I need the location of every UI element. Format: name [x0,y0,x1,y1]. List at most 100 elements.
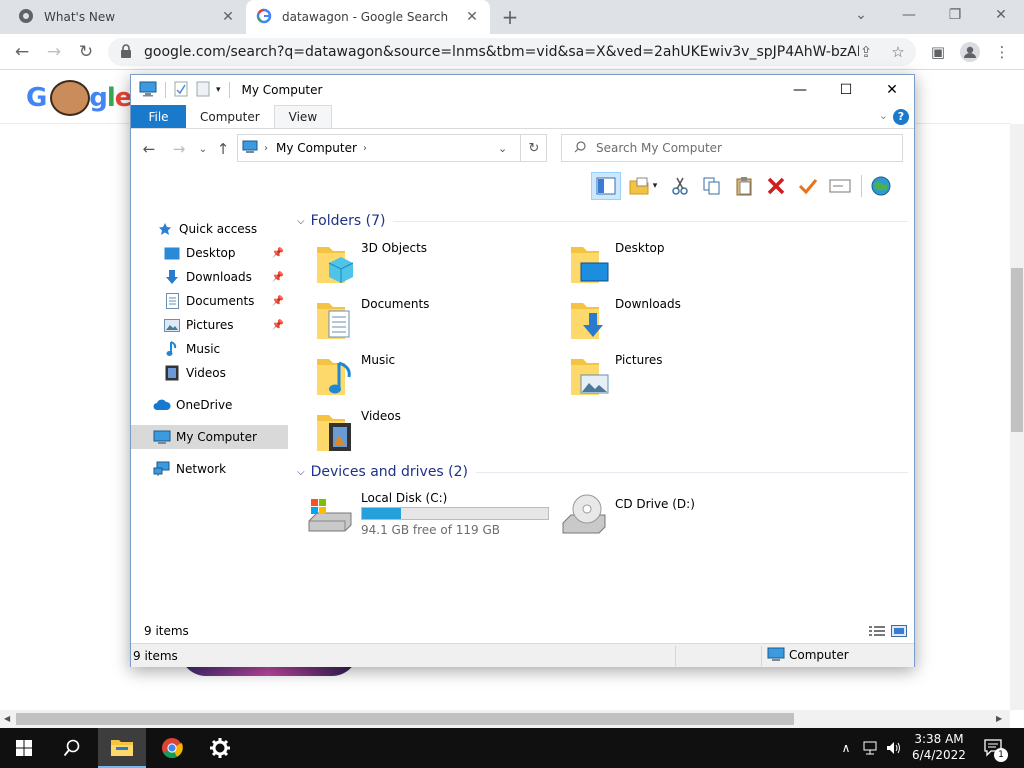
qat-dropdown-icon[interactable]: ▾ [216,85,221,95]
nav-network[interactable]: Network [131,457,288,481]
address-dropdown-icon[interactable]: ⌄ [498,142,507,155]
back-button[interactable]: ← [10,40,34,64]
restore-button[interactable]: ❐ [932,0,978,30]
explorer-title-bar[interactable]: ▾ My Computer — ☐ ✕ [131,75,914,105]
pin-icon[interactable]: 📌 [272,296,284,307]
share-icon[interactable]: ⇪ [854,40,878,64]
forward-button[interactable]: → [42,40,66,64]
nav-quick-access[interactable]: Quick access [131,217,288,241]
drive-item-cd-drive[interactable]: CD Drive (D:) [547,489,747,543]
paste-icon[interactable] [729,172,759,200]
nav-downloads[interactable]: Downloads 📌 [131,265,288,289]
new-folder-icon[interactable] [196,81,210,100]
tab-whats-new[interactable]: What's New ✕ [8,0,246,34]
tab-file[interactable]: File [131,105,186,128]
breadcrumb-my-computer[interactable]: My Computer [276,141,357,155]
search-box[interactable] [561,134,903,162]
hard-drive-icon [308,499,352,532]
side-panel-icon[interactable]: ▣ [926,40,950,64]
close-tab-icon[interactable]: ✕ [220,9,236,25]
new-folder-menu-button[interactable]: ▾ [623,172,663,200]
folder-item-music[interactable]: Music [295,351,535,401]
show-hidden-icons-chevron-icon[interactable]: ∧ [836,728,856,768]
chrome-icon [162,738,183,759]
scroll-right-arrow-icon[interactable]: ▶ [996,714,1002,723]
navigation-pane: Quick access Desktop 📌 Downloads 📌 Docum… [131,209,288,609]
action-center-button[interactable]: 1 [980,728,1008,768]
3d-objects-folder-icon [317,247,354,283]
nav-onedrive[interactable]: OneDrive [131,393,288,417]
search-input[interactable] [596,141,886,155]
new-tab-button[interactable]: + [500,7,520,27]
tab-google-search[interactable]: datawagon - Google Search ✕ [246,0,490,34]
folder-item-downloads[interactable]: Downloads [549,295,789,345]
rename-icon[interactable] [825,172,855,200]
start-button[interactable] [0,728,48,768]
breadcrumb-separator-icon: › [264,142,268,154]
folders-group-header[interactable]: ⌵ Folders (7) [293,211,908,231]
folder-item-documents[interactable]: Documents [295,295,535,345]
forward-arrow-icon[interactable]: → [169,139,189,159]
help-icon[interactable]: ? [893,109,909,125]
expand-ribbon-icon[interactable]: ⌄ [879,109,888,122]
omnibox[interactable]: google.com/search?q=datawagon&source=lnm… [108,38,916,66]
explorer-maximize-button[interactable]: ☐ [823,75,869,105]
explorer-minimize-button[interactable]: — [777,75,823,105]
folder-item-videos[interactable]: Videos [295,407,535,457]
nav-my-computer[interactable]: My Computer [131,425,288,449]
search-button[interactable] [48,728,96,768]
address-bar[interactable]: › My Computer › ⌄ [237,134,547,162]
collapse-chevron-icon[interactable]: ⌵ [297,216,305,227]
close-tab-icon[interactable]: ✕ [464,9,480,25]
nav-documents[interactable]: Documents 📌 [131,289,288,313]
copy-icon[interactable] [697,172,727,200]
pin-icon[interactable]: 📌 [272,320,284,331]
google-g-icon [256,8,272,27]
explorer-close-button[interactable]: ✕ [869,75,915,105]
system-clock[interactable]: 3:38 AM 6/4/2022 [900,731,978,763]
folder-item-pictures[interactable]: Pictures [549,351,789,401]
reload-button[interactable]: ↻ [74,40,98,64]
scroll-left-arrow-icon[interactable]: ◀ [4,714,10,723]
collapse-chevron-icon[interactable]: ⌵ [297,467,305,478]
close-window-button[interactable]: ✕ [978,0,1024,30]
cut-icon[interactable] [665,172,695,200]
menu-kebab-icon[interactable]: ⋮ [990,40,1014,64]
properties-icon[interactable] [174,81,188,100]
nav-label: Desktop [186,246,236,260]
globe-network-icon[interactable] [866,172,896,200]
folder-item-3d-objects[interactable]: 3D Objects [295,239,535,289]
refresh-button[interactable]: ↻ [520,134,547,162]
page-vertical-scroll-thumb[interactable] [1011,268,1023,432]
profile-avatar-icon[interactable] [958,40,982,64]
up-arrow-icon[interactable]: ↑ [213,139,233,159]
network-status-icon[interactable] [860,728,882,768]
taskbar-settings[interactable] [196,728,244,768]
tab-view[interactable]: View [273,105,333,128]
back-arrow-icon[interactable]: ← [139,139,159,159]
tab-computer[interactable]: Computer [186,105,274,128]
details-view-icon[interactable] [869,625,885,637]
checkmark-icon[interactable] [793,172,823,200]
preview-pane-button[interactable] [591,172,621,200]
pin-icon[interactable]: 📌 [272,272,284,283]
drive-item-local-disk[interactable]: Local Disk (C:) 94.1 GB free of 119 GB [293,489,553,543]
tab-search-icon[interactable]: ⌄ [838,0,884,30]
breadcrumb-chevron-icon[interactable]: › [363,143,367,154]
devices-group-header[interactable]: ⌵ Devices and drives (2) [293,462,908,482]
drive-free-space: 94.1 GB free of 119 GB [361,523,500,537]
taskbar-chrome[interactable] [148,728,196,768]
bookmark-star-icon[interactable]: ☆ [886,40,910,64]
nav-videos[interactable]: Videos [131,361,288,385]
nav-desktop[interactable]: Desktop 📌 [131,241,288,265]
recent-locations-icon[interactable]: ⌄ [193,139,213,159]
folder-item-desktop[interactable]: Desktop [549,239,789,289]
pin-icon[interactable]: 📌 [272,248,284,259]
minimize-button[interactable]: — [886,0,932,30]
nav-music[interactable]: Music [131,337,288,361]
large-icons-view-icon[interactable] [891,625,907,637]
nav-pictures[interactable]: Pictures 📌 [131,313,288,337]
page-horizontal-scroll-thumb[interactable] [16,713,794,725]
taskbar-file-explorer[interactable] [98,728,146,768]
delete-icon[interactable] [761,172,791,200]
